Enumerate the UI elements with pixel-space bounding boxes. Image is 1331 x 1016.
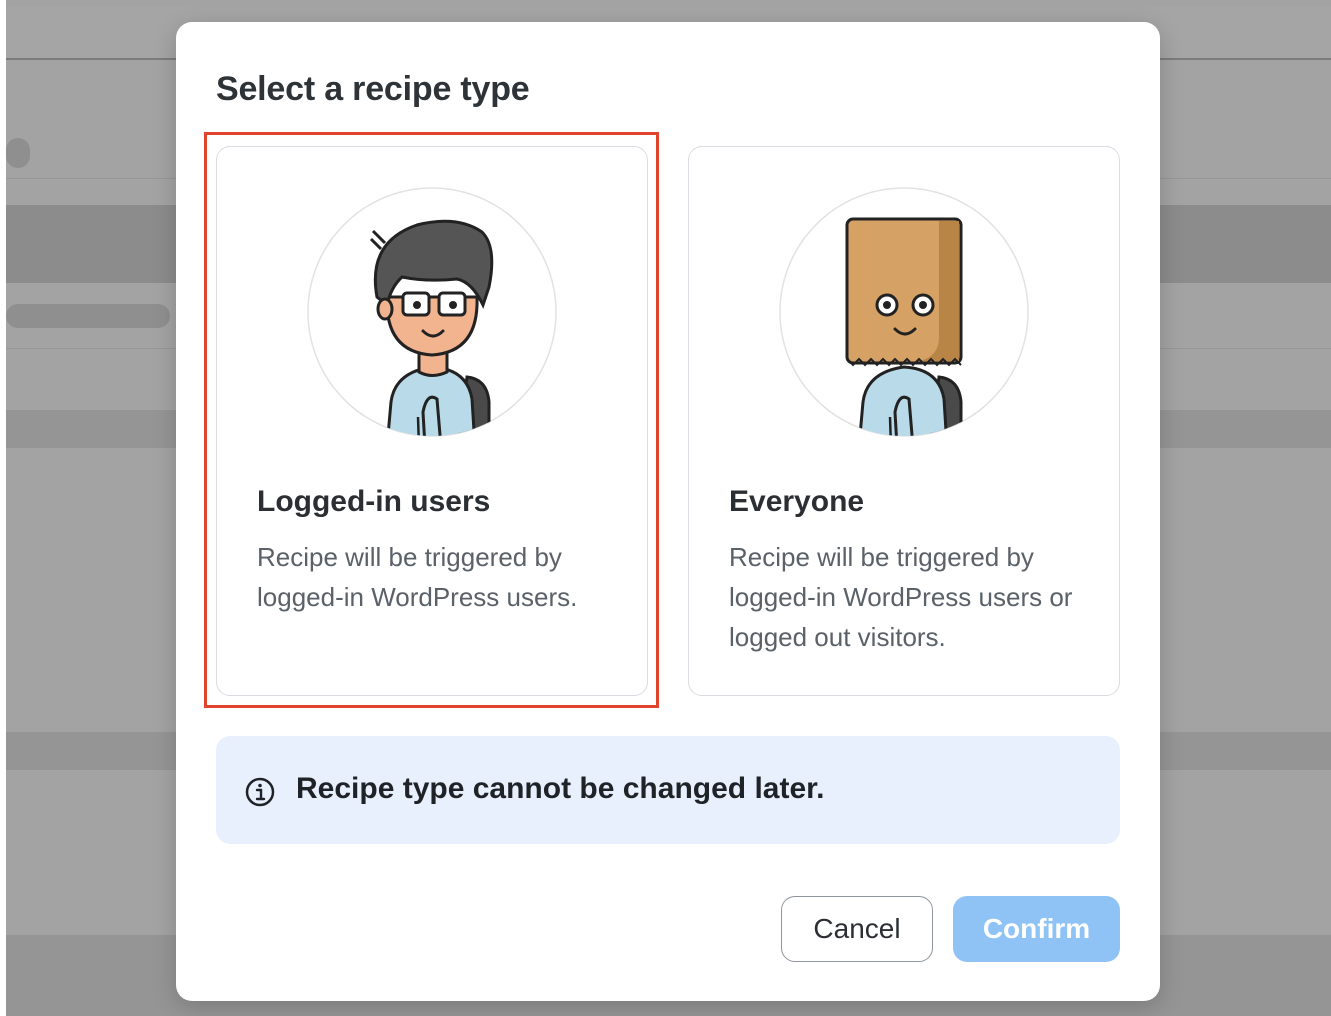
confirm-button[interactable]: Confirm bbox=[953, 896, 1120, 962]
person-with-paper-bag-icon bbox=[779, 187, 1029, 437]
option-title: Logged-in users bbox=[257, 485, 491, 518]
recipe-type-dialog: Select a recipe type Logged-in users Rec… bbox=[176, 22, 1160, 1001]
option-description: Recipe will be triggered by logged-in Wo… bbox=[257, 542, 578, 612]
background-pill bbox=[6, 138, 30, 168]
option-card-logged-in-users[interactable]: Logged-in users Recipe will be triggered… bbox=[216, 146, 648, 696]
info-icon bbox=[244, 776, 276, 808]
dialog-title: Select a recipe type bbox=[216, 70, 530, 108]
option-card-everyone[interactable]: Everyone Recipe will be triggered by log… bbox=[688, 146, 1120, 696]
option-description: Recipe will be triggered by logged-in Wo… bbox=[729, 542, 1073, 652]
cancel-button[interactable]: Cancel bbox=[781, 896, 933, 962]
person-with-hair-icon bbox=[307, 187, 557, 437]
option-title: Everyone bbox=[729, 485, 865, 518]
info-notice: Recipe type cannot be changed later. bbox=[216, 736, 1120, 844]
background-pill bbox=[6, 304, 170, 328]
notice-text: Recipe type cannot be changed later. bbox=[296, 772, 825, 805]
